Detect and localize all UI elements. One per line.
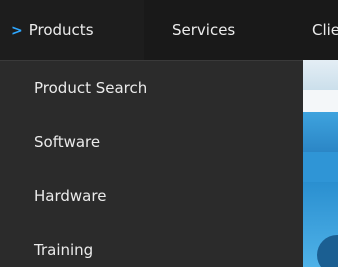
nav-item-label: Clie [312,21,338,39]
content-light-band [303,90,338,112]
app-root: > Products Services Clie Product Search S… [0,0,338,267]
nav-item-label: Services [172,21,236,39]
chevron-right-icon: > [11,23,23,39]
nav-item-products[interactable]: > Products [0,0,144,60]
nav-item-clients[interactable]: Clie [312,0,338,60]
menu-item-product-search[interactable]: Product Search [0,61,303,115]
nav-item-services[interactable]: Services [172,0,235,60]
menu-item-training[interactable]: Training [0,223,303,267]
page-content-background [303,60,338,267]
menu-item-hardware[interactable]: Hardware [0,169,303,223]
nav-item-label: Products [28,21,94,39]
products-dropdown-menu: Product Search Software Hardware Trainin… [0,60,303,267]
menu-item-software[interactable]: Software [0,115,303,169]
top-navigation-bar: > Products Services Clie [0,0,338,60]
content-header-band [303,60,338,90]
content-banner-band [303,112,338,152]
content-banner-band [303,152,338,182]
